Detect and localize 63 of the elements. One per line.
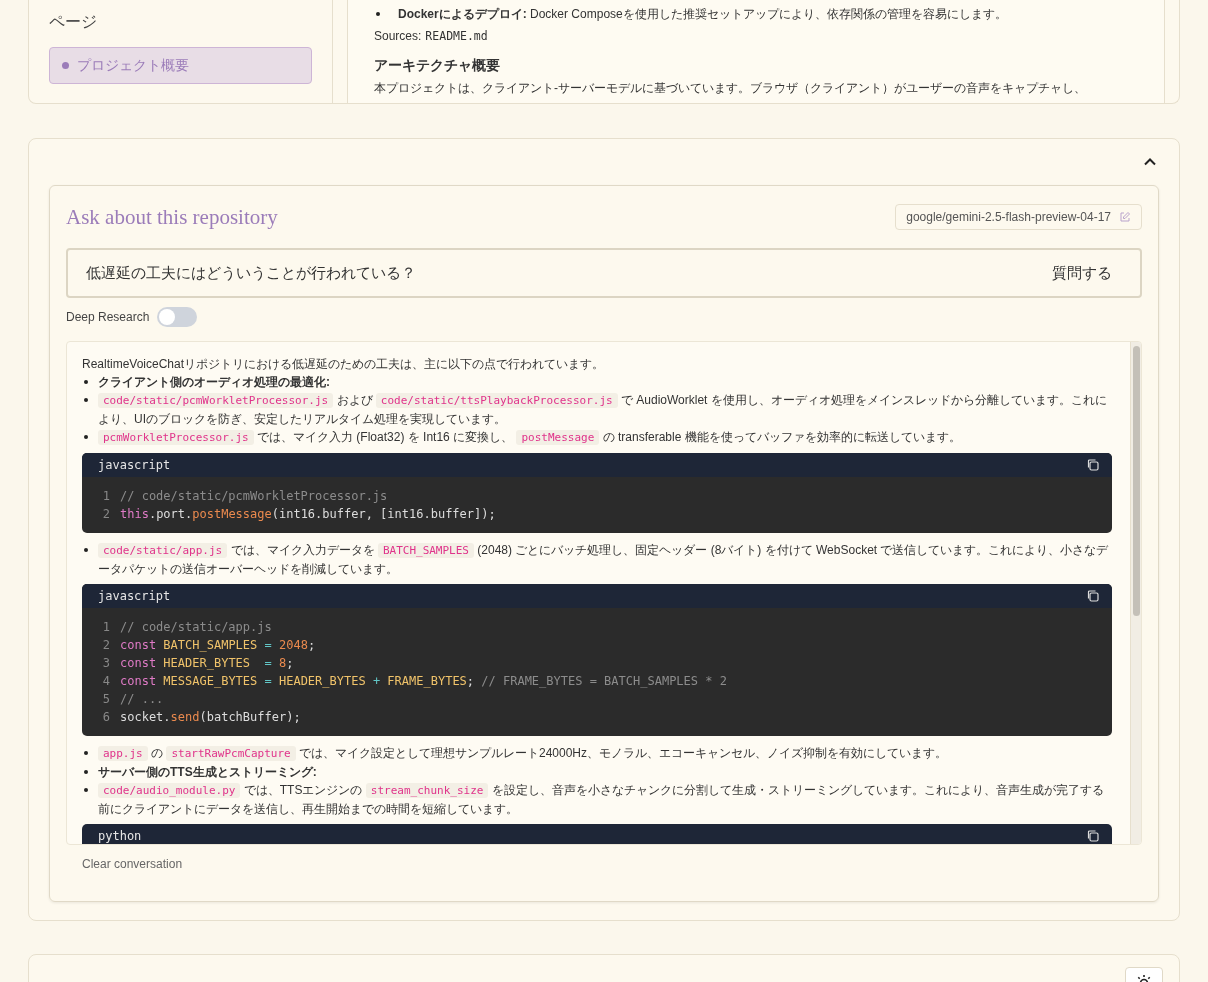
inline-code: startRawPcmCapture [166, 746, 296, 761]
bullet-icon [84, 770, 88, 774]
toggle-label: Deep Research [66, 310, 150, 324]
inline-code: stream_chunk_size [365, 783, 489, 798]
line-number: 2 [101, 506, 111, 523]
doc-text: Dockerによるデプロイ: Docker Composeを使用した推奨セットアップにより、依存関係の管理を容易にします。 [398, 6, 1007, 23]
code-language: javascript [98, 588, 171, 605]
submit-button[interactable]: 質問する [1040, 263, 1124, 283]
bullet-icon [84, 380, 88, 384]
code-language: javascript [98, 457, 171, 474]
code-line: // ... [120, 691, 164, 708]
scrollbar[interactable] [1130, 342, 1141, 844]
code-line: const MESSAGE_BYTES = HEADER_BYTES + FRAME_BYTES; // FRAME_BYTES = BATCH_SAMPLES * 2 [120, 673, 727, 690]
line-number: 6 [101, 709, 111, 726]
code-line: const HEADER_BYTES = 8; [120, 655, 294, 672]
bullet-icon [84, 548, 88, 552]
inline-code: code/static/ttsPlaybackProcessor.js [375, 393, 618, 408]
inline-code: pcmWorkletProcessor.js [98, 430, 254, 445]
inline-code: app.js [98, 746, 148, 761]
inline-code: code/audio_module.py [98, 783, 241, 798]
code-line: // code/static/pcmWorkletProcessor.js [120, 488, 388, 505]
sources-label: Sources: [374, 28, 422, 45]
code-language: python [98, 828, 142, 844]
source-file: README.md [425, 28, 488, 45]
inline-code: postMessage [516, 430, 600, 445]
model-selector[interactable]: google/gemini-2.5-flash-preview-04-17 [895, 204, 1142, 230]
toggle-switch[interactable] [157, 307, 198, 327]
doc-text: 本プロジェクトは、クライアント-サーバーモデルに基づいています。ブラウザ（クライアント）がユーザーの音声をキャプチャし、 [374, 80, 1087, 97]
copy-icon[interactable] [1086, 589, 1100, 603]
code-line: // code/static/app.js [120, 619, 272, 636]
line-number: 1 [101, 619, 111, 636]
copy-icon[interactable] [1086, 829, 1100, 843]
copy-icon[interactable] [1086, 458, 1100, 472]
code-line: this.port.postMessage(int16.buffer, [int16.buffer]); [120, 506, 496, 523]
code-line: const BATCH_SAMPLES = 2048; [120, 637, 316, 654]
answer-text: RealtimeVoiceChatリポジトリにおける低遅延のための工夫は、主に以下の点で行われています。 [82, 356, 606, 373]
answer-text: app.js の startRawPcmCapture では、マイク設定として理想サンプルレート24000Hz、モノラル、エコーキャンセル、ノイズ抑制を有効にしています。 [98, 744, 947, 763]
inline-code: code/static/app.js [98, 543, 228, 558]
answer-text: pcmWorkletProcessor.js では、マイク入力 (Float32) を Int16 に変換し、 postMessage の transferable 機能を使ってバッファを効率的に転送しています。 [98, 428, 961, 447]
bullet-icon [84, 398, 88, 402]
inline-code: code/static/pcmWorkletProcessor.js [98, 393, 334, 408]
line-number: 1 [101, 488, 111, 505]
line-number: 3 [101, 655, 111, 672]
answer-heading: クライアント側のオーディオ処理の最適化: [98, 374, 330, 391]
clear-conversation-link[interactable]: Clear conversation [82, 857, 183, 871]
answer-text: code/static/pcmWorkletProcessor.js および code/static/ttsPlaybackProcessor.js で AudioWorklet を使用し、オーディオ処理をメインスレッドから分離しています。これにより、UIのブロックを防ぎ、安定したリアルタイム処理を実現しています。 [98, 392, 1108, 428]
inline-code: BATCH_SAMPLES [377, 543, 474, 558]
question-field[interactable]: 低遅延の工夫にはどういうことが行われている？ 質問する [66, 248, 1142, 298]
sidebar-heading: ページ [49, 12, 98, 32]
chat-title: Ask about this repository [66, 204, 278, 230]
doc-heading: アーキテクチャ概要 [374, 57, 501, 75]
answer-heading: サーバー側のTTS生成とストリーミング: [98, 764, 317, 781]
bullet-icon [84, 751, 88, 755]
line-number: 2 [101, 637, 111, 654]
answer-text: code/static/app.js では、マイク入力データを BATCH_SAMPLES (2048) ごとにバッチ処理し、固定ヘッダー (8バイト) を付けて WebSocket で送信しています。これにより、小さなデータパケットの送信オーバーヘッドを削減しています。 [98, 542, 1110, 578]
bullet-icon [84, 788, 88, 792]
edit-icon [1119, 211, 1131, 223]
answer-text: code/audio_module.py では、TTSエンジンの stream_chunk_size を設定し、音声を小さなチャンクに分割して生成・ストリーミングしています。これにより、音声生成が完了する前にクライアントにデータを送信し、再生開始までの時間を短縮しています。 [98, 782, 1105, 818]
line-number: 5 [101, 691, 111, 708]
bullet-icon [376, 12, 380, 16]
line-number: 4 [101, 673, 111, 690]
bullet-icon [84, 435, 88, 439]
code-line: socket.send(batchBuffer); [120, 709, 301, 726]
